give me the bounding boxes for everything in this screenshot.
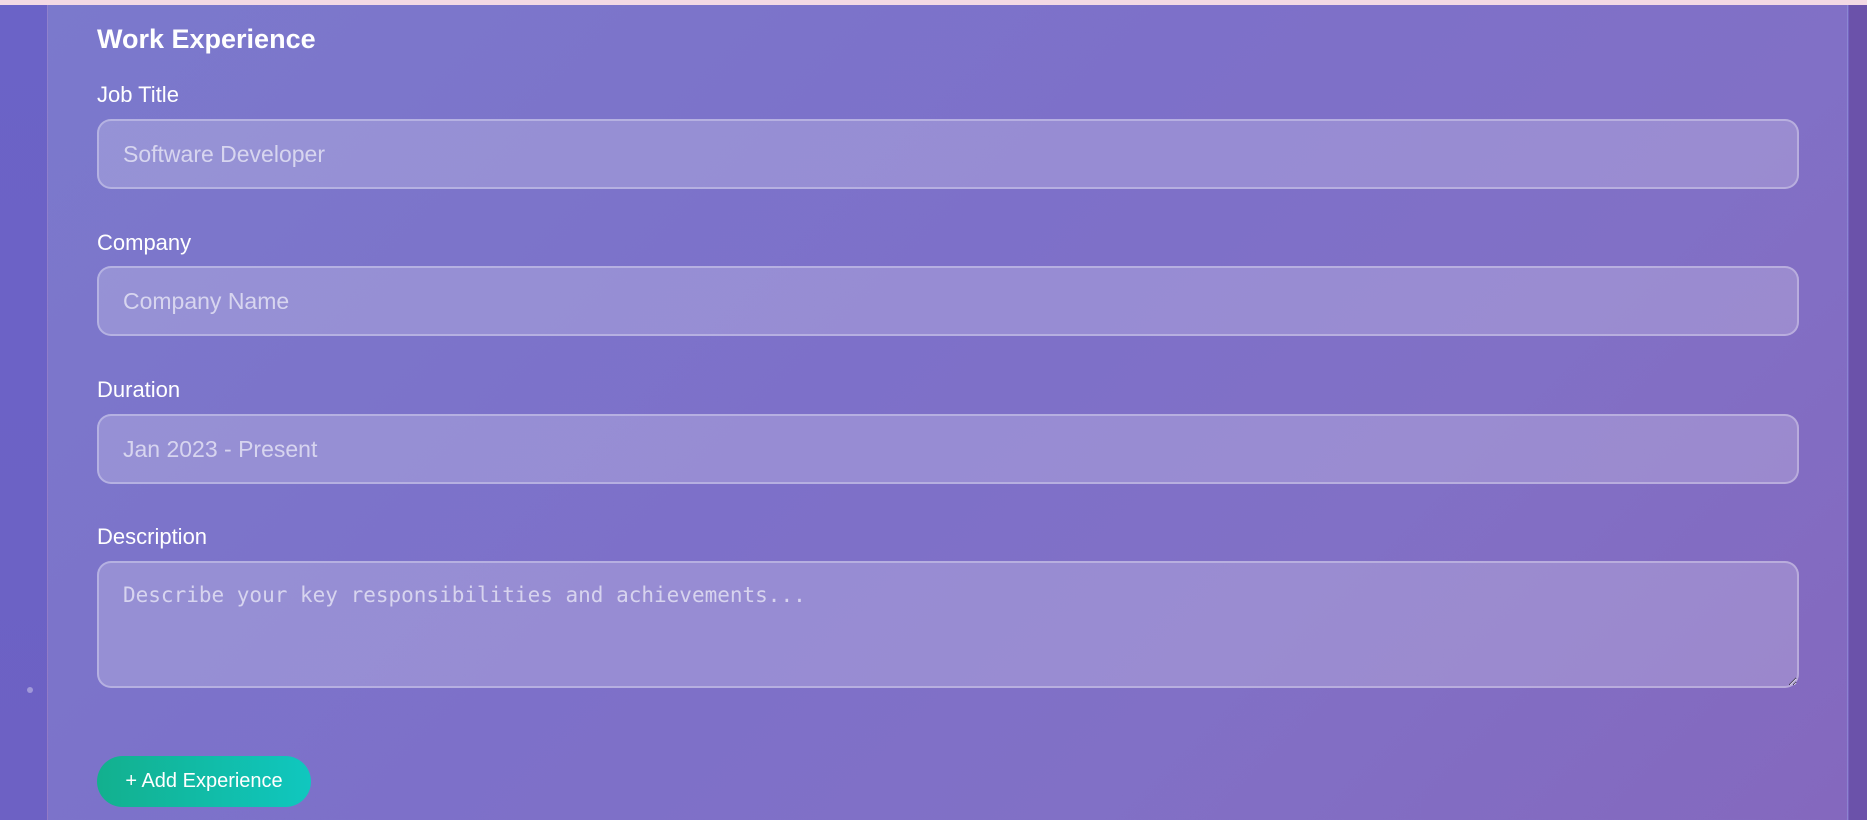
description-label: Description <box>97 524 208 549</box>
company-label: Company <box>97 230 192 255</box>
job-title-input[interactable] <box>97 119 1799 189</box>
scrollbar-track[interactable] <box>1849 5 1867 820</box>
duration-input[interactable] <box>97 414 1799 484</box>
add-experience-button[interactable]: + Add Experience <box>97 756 311 807</box>
sidebar-dot-indicator <box>27 687 33 693</box>
description-textarea[interactable] <box>97 561 1799 688</box>
left-sidebar-rail <box>0 5 47 820</box>
work-experience-panel: Work Experience Job Title Company Durati… <box>47 5 1848 820</box>
job-title-label: Job Title <box>97 82 179 107</box>
section-title: Work Experience <box>97 24 316 54</box>
company-input[interactable] <box>97 266 1799 336</box>
duration-label: Duration <box>97 377 181 402</box>
